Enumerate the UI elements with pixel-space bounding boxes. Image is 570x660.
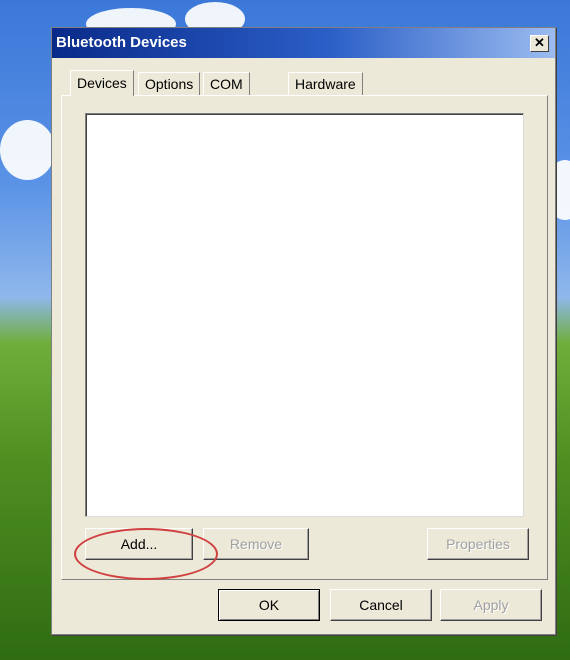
close-icon: ✕: [534, 35, 545, 50]
desktop-cloud: [0, 120, 55, 180]
bluetooth-devices-dialog: Bluetooth Devices ✕ Devices Options COM …: [51, 27, 556, 635]
apply-button[interactable]: Apply: [440, 589, 542, 621]
remove-button-label: Remove: [229, 536, 283, 552]
tab-label: Options: [145, 76, 194, 92]
tab-com-ports[interactable]: COM Ports: [203, 72, 250, 114]
window-title: Bluetooth Devices: [56, 34, 187, 51]
tab-hardware[interactable]: Hardware: [288, 72, 363, 95]
properties-button[interactable]: Properties: [427, 528, 529, 560]
tab-label: Hardware: [295, 76, 356, 92]
cancel-button-label: Cancel: [359, 597, 403, 613]
tab-label: Devices: [77, 75, 127, 91]
cancel-button[interactable]: Cancel: [330, 589, 432, 621]
add-button-label: Add...: [120, 536, 158, 552]
title-bar[interactable]: Bluetooth Devices ✕: [52, 28, 555, 58]
tab-options[interactable]: Options: [138, 72, 201, 95]
tab-devices[interactable]: Devices: [70, 70, 134, 96]
apply-button-label: Apply: [473, 597, 509, 613]
properties-button-label: Properties: [446, 536, 510, 552]
ok-button-label: OK: [258, 597, 280, 613]
ok-button[interactable]: OK: [218, 589, 320, 621]
add-button[interactable]: Add...: [85, 528, 193, 560]
devices-tab-panel: Add... Remove Properties: [61, 95, 548, 580]
device-list[interactable]: [85, 113, 524, 517]
close-button[interactable]: ✕: [530, 35, 549, 52]
remove-button[interactable]: Remove: [203, 528, 309, 560]
